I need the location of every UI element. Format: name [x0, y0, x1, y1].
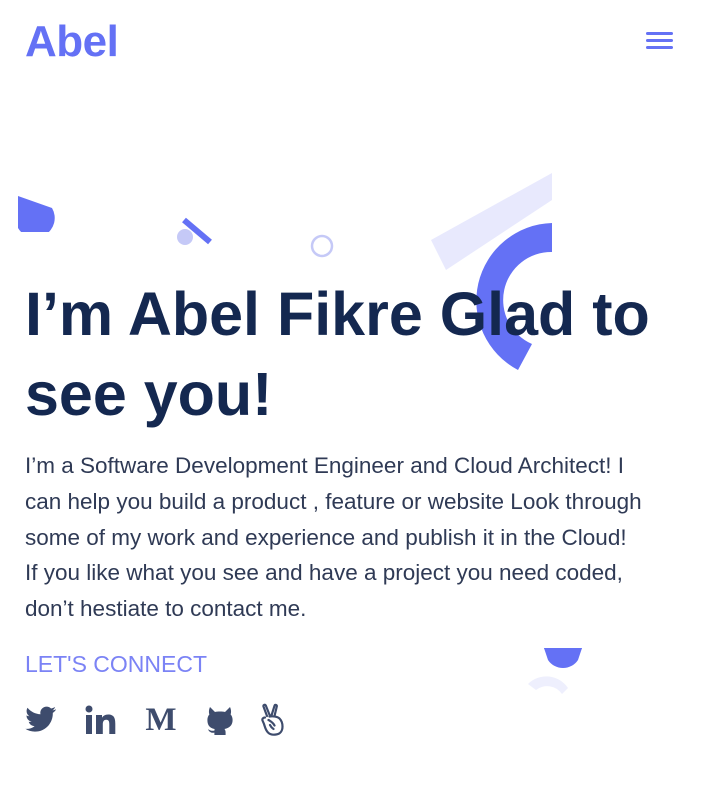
decorative-bar-dot-shape [177, 217, 212, 245]
logo[interactable]: Abel [25, 18, 119, 66]
hero-title: I’m Abel Fikre Glad to see you! [25, 274, 705, 434]
decorative-half-circle-shape [18, 196, 55, 232]
decorative-small-arc-shape [528, 648, 582, 694]
twitter-icon [25, 706, 56, 732]
hero-title-line: I’m Abel Fikre Glad to [25, 280, 650, 348]
github-icon [207, 707, 233, 735]
twitter-link[interactable] [23, 702, 59, 738]
hero-description-line: If you like what you see and have a proj… [25, 560, 623, 586]
decorative-stripe-shape [431, 173, 552, 270]
medium-icon: M [145, 702, 177, 738]
medium-link[interactable]: M [142, 702, 180, 738]
angellist-link[interactable] [256, 702, 290, 738]
linkedin-link[interactable] [83, 702, 119, 738]
hero-description-line: I’m a Software Development Engineer and … [25, 453, 625, 478]
hero-title-line: see you! [25, 360, 273, 428]
angellist-icon [261, 703, 284, 736]
page: Abel I’m Abel Fikre Glad to see you! I’m… [0, 0, 718, 795]
decorative-ring-shape [310, 234, 334, 258]
lets-connect-link[interactable]: LET'S CONNECT [25, 650, 207, 678]
hero-description-line: some of my work and experience and publi… [25, 524, 627, 550]
hero-description: I’m a Software Development Engineer and … [25, 448, 700, 627]
hamburger-menu-icon[interactable] [640, 26, 678, 56]
github-link[interactable] [202, 702, 238, 738]
hero-description-line: can help you build a product , feature o… [25, 488, 642, 514]
hero-description-line: don’t hestiate to contact me. [25, 596, 307, 622]
linkedin-icon [85, 705, 116, 734]
